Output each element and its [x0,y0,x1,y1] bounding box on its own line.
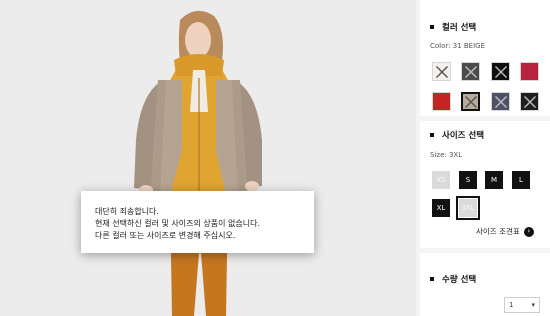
color-swatch-white[interactable] [432,62,451,81]
unavailable-x-icon [494,95,507,108]
size-option-s[interactable]: S [459,171,477,189]
size-chart-label: 사이즈 조견표 [476,227,520,236]
size-option-xl[interactable]: XL [432,199,450,217]
size-option-3xl[interactable]: 3XL [456,196,480,220]
color-swatch-beige[interactable] [461,92,480,111]
unavailable-x-icon [464,95,477,108]
size-chart-link[interactable]: 사이즈 조견표 › [476,226,534,237]
color-swatch-red[interactable] [432,92,451,111]
color-swatch-black[interactable] [491,62,510,81]
selected-size-label: Size: 3XL [430,151,463,159]
size-option-xs[interactable]: XS [432,171,450,189]
alert-line-1: 대단히 죄송합니다. [95,207,159,216]
quantity-section-title: 수량 선택 [430,273,476,285]
unavailable-x-icon [464,65,477,78]
size-section-title: 사이즈 선택 [430,129,484,141]
size-option-l[interactable]: L [512,171,530,189]
unavailable-x-icon [494,65,507,78]
section-divider [420,116,550,121]
color-swatch-dark-grey-pattern[interactable] [461,62,480,81]
product-photo [0,0,416,316]
arrow-right-circle-icon: › [523,226,534,237]
color-swatch-wine[interactable] [520,62,539,81]
color-section-title: 컬러 선택 [430,21,476,33]
quantity-value: 1 [509,301,514,309]
section-divider [420,248,550,253]
color-swatch-navy-grey[interactable] [491,92,510,111]
color-swatch-charcoal[interactable] [520,92,539,111]
option-panel: 컬러 선택 Color: 31 BEIGE 사이즈 선택 Size: 3XL X… [420,0,550,316]
model-illustration [134,10,262,316]
unavailable-x-icon [435,65,448,78]
alert-line-2: 현재 선택하신 컬러 및 사이즈의 상품이 없습니다. [95,219,260,228]
unavailable-x-icon [523,95,536,108]
alert-line-3: 다른 컬러 또는 사이즈로 변경해 주십시오. [95,231,236,240]
size-option-m[interactable]: M [485,171,503,189]
selected-color-label: Color: 31 BEIGE [430,42,486,50]
out-of-stock-alert: 대단히 죄송합니다. 현재 선택하신 컬러 및 사이즈의 상품이 없습니다. 다… [81,191,314,253]
chevron-down-icon: ▾ [531,301,535,309]
quantity-select[interactable]: 1 ▾ [504,297,540,313]
